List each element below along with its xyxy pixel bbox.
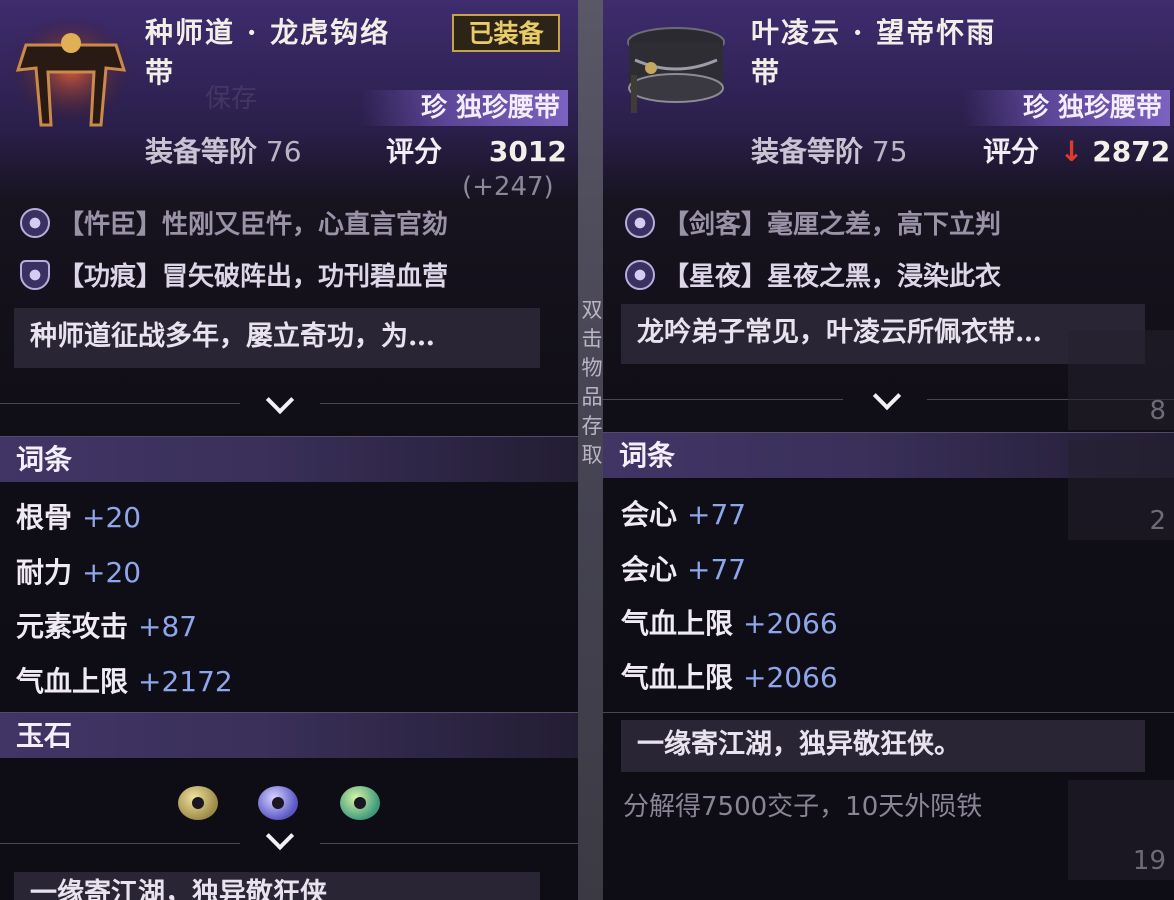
gem-header: 玉石 <box>0 712 578 758</box>
equipped-item-panel: 保存 种师道 · 龙虎钩络 带 已装备 珍 独珍腰带 装备等阶 76 评分 30… <box>0 0 578 900</box>
effect-icon <box>625 208 655 238</box>
effect-text: 【功痕】冒矢破阵出，功刊碧血营 <box>58 262 449 292</box>
score-diff: (+247) <box>462 172 554 202</box>
affix-header: 词条 <box>0 436 578 482</box>
affix-name: 气血上限 <box>621 607 734 640</box>
affix-value: +20 <box>82 556 142 589</box>
score-label: 评分 <box>983 135 1040 168</box>
arrow-down-icon: ↓ <box>1059 135 1084 168</box>
affix-row: 耐力 +20 <box>16 551 141 591</box>
item-name-line1: 叶凌云 · 望帝怀雨 <box>751 16 997 49</box>
tier-label: 装备等阶 <box>751 135 864 168</box>
expand-toggle[interactable] <box>0 821 578 858</box>
affix-row: 会心 +77 <box>621 493 746 533</box>
item-name-line2: 带 <box>751 56 782 89</box>
affix-name: 根骨 <box>16 501 73 534</box>
flavor-box: 一缘寄江湖，独异敬狂侠。 <box>621 720 1145 772</box>
inventory-slot[interactable]: 2 <box>1068 440 1174 540</box>
flavor-box: 一缘寄江湖，独异敬狂侠 <box>14 872 540 900</box>
gem-icon[interactable] <box>258 786 298 820</box>
rarity-label: 珍 独珍腰带 <box>962 90 1170 126</box>
affix-value: +77 <box>687 553 747 586</box>
affix-name: 气血上限 <box>16 665 129 698</box>
affix-value: +2066 <box>743 661 838 694</box>
ghost-text: 保存 <box>205 84 258 114</box>
tier-value: 76 <box>265 135 302 168</box>
tier-stat: 装备等阶 75 <box>751 130 908 170</box>
affix-name: 会心 <box>621 498 678 531</box>
score-label: 评分 <box>386 135 443 168</box>
score-value: 2872 <box>1092 135 1171 168</box>
belt-icon[interactable] <box>621 20 731 120</box>
affix-row: 会心 +77 <box>621 548 746 588</box>
effect-row: 【功痕】冒矢破阵出，功刊碧血营 <box>20 256 448 293</box>
gem-icon[interactable] <box>340 786 380 820</box>
effect-row: 【忤臣】性刚又臣忤，心直言官劾 <box>20 204 448 241</box>
chevron-down-icon <box>872 381 902 411</box>
item-name-line2: 带 <box>145 56 176 89</box>
slot-count: 2 <box>1149 506 1166 536</box>
affix-row: 气血上限 +2066 <box>621 656 838 696</box>
effect-text: 【忤臣】性刚又臣忤，心直言官劾 <box>58 210 449 240</box>
tier-value: 75 <box>871 135 908 168</box>
chevron-down-icon <box>265 821 295 851</box>
affix-value: +77 <box>687 498 747 531</box>
inventory-slot[interactable]: 19 <box>1068 780 1174 880</box>
effect-text: 【剑客】毫厘之差，高下立判 <box>663 210 1002 240</box>
shield-icon <box>20 260 50 290</box>
affix-value: +2066 <box>743 607 838 640</box>
salvage-info: 分解得7500交子，10天外陨铁 <box>623 792 983 822</box>
affix-row: 气血上限 +2172 <box>16 660 233 700</box>
effect-row: 【星夜】星夜之黑，浸染此衣 <box>625 256 1001 293</box>
side-hint: 双击物品存取 <box>581 298 603 467</box>
equipped-badge: 已装备 <box>452 14 560 52</box>
affix-name: 元素攻击 <box>16 610 129 643</box>
affix-name: 气血上限 <box>621 661 734 694</box>
affix-value: +87 <box>138 610 198 643</box>
affix-name: 会心 <box>621 553 678 586</box>
score-stat: 评分 3012 <box>386 130 567 170</box>
inventory-slot[interactable]: 8 <box>1068 330 1174 430</box>
description-box[interactable]: 龙吟弟子常见，叶凌云所佩衣带… <box>621 304 1145 364</box>
rarity-label: 珍 独珍腰带 <box>360 90 568 126</box>
chevron-down-icon <box>265 385 295 415</box>
tier-label: 装备等阶 <box>145 135 258 168</box>
affix-value: +20 <box>82 501 142 534</box>
effect-icon <box>20 208 50 238</box>
effect-text: 【星夜】星夜之黑，浸染此衣 <box>663 262 1002 292</box>
slot-count: 19 <box>1132 846 1166 876</box>
affix-value: +2172 <box>138 665 233 698</box>
effect-row: 【剑客】毫厘之差，高下立判 <box>625 204 1001 241</box>
affix-row: 气血上限 +2066 <box>621 602 838 642</box>
item-name-line1: 种师道 · 龙虎钩络 <box>145 16 391 49</box>
gem-icon[interactable] <box>178 786 218 820</box>
affix-row: 元素攻击 +87 <box>16 605 197 645</box>
expand-toggle[interactable] <box>0 385 578 418</box>
affix-name: 耐力 <box>16 556 73 589</box>
tier-stat: 装备等阶 76 <box>145 130 302 170</box>
description-box[interactable]: 种师道征战多年，屡立奇功，为… <box>14 308 540 368</box>
score-stat: 评分 ↓ 2872 <box>983 130 1170 170</box>
slot-count: 8 <box>1149 396 1166 426</box>
effect-icon <box>625 260 655 290</box>
affix-row: 根骨 +20 <box>16 496 141 536</box>
belt-icon[interactable] <box>6 10 136 130</box>
score-value: 3012 <box>488 135 567 168</box>
